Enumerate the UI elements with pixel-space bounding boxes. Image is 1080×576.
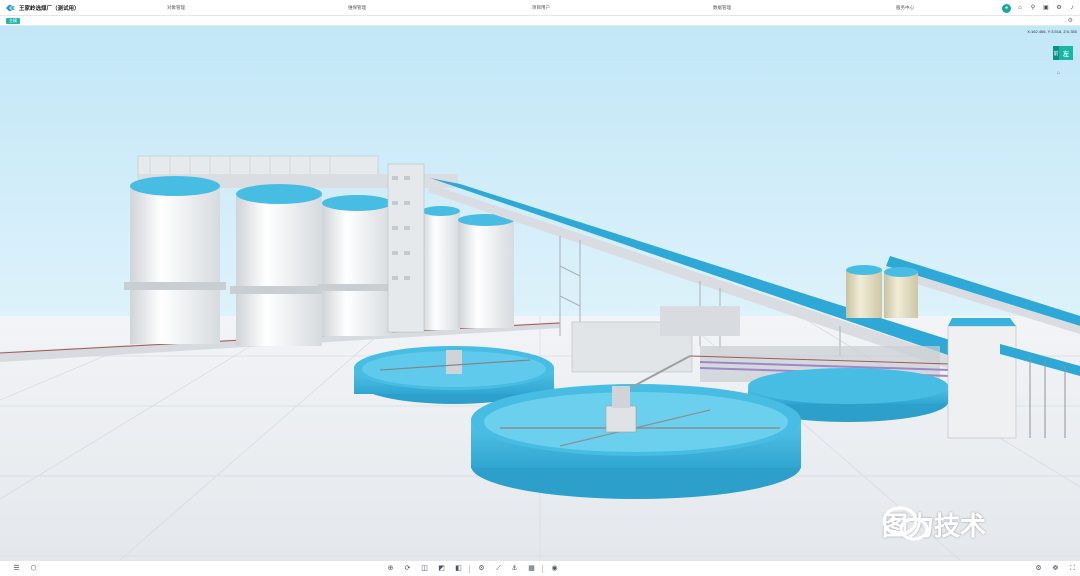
top-icon-group: ● ⌂ ⚲ ▣ ⚙ ♪ — [1002, 0, 1076, 16]
scene-render — [0, 26, 1080, 560]
settings-view-icon[interactable]: ⚙ — [477, 564, 486, 573]
coordinate-readout: X:162.466, Y:3.518, Z:0.350 — [1027, 29, 1077, 34]
nav-objects[interactable]: 对象管理 — [167, 0, 185, 16]
nav-project-users[interactable]: 项目用户 — [532, 0, 550, 16]
app-brand[interactable]: 王家岭选煤厂（测试用） — [0, 4, 150, 12]
view-cube-front[interactable]: 左 — [1059, 46, 1073, 60]
nav-service-center[interactable]: 服务中心 — [896, 0, 914, 16]
settings-icon[interactable]: ⚙ — [1068, 17, 1073, 24]
watermark: 图力技术 — [882, 506, 986, 543]
sub-toolbar: 主模 ⚙ — [0, 16, 1080, 26]
orbit-icon[interactable]: ⟳ — [403, 564, 412, 573]
section-icon[interactable]: ◩ — [437, 564, 446, 573]
top-navigation-bar: 王家岭选煤厂（测试用） 对象管理 维保管理 项目用户 数据管理 服务中心 ● ⌂… — [0, 0, 1080, 16]
home-view-icon[interactable]: ⊕ — [386, 564, 395, 573]
bottom-toolbar: ☰ ⬡ ⊕ ⟳ ◫ ◩ ◧ ⚙ ⟋ ⚓ ▦ ◉ ⚙ ☸ ⛶ — [0, 560, 1080, 576]
box-icon[interactable]: ◫ — [420, 564, 429, 573]
menu-icon[interactable]: ☰ — [12, 564, 21, 573]
gear-icon[interactable]: ⚙ — [1055, 4, 1063, 12]
3d-viewport[interactable]: X:162.466, Y:3.518, Z:0.350 前 左 ⌂ 图力技术 — [0, 26, 1080, 560]
fullscreen-icon[interactable]: ⛶ — [1068, 564, 1077, 573]
setting-icon[interactable]: ⚙ — [1034, 564, 1043, 573]
nav-maintenance[interactable]: 维保管理 — [348, 0, 366, 16]
marker-icon[interactable]: ⚓ — [510, 564, 519, 573]
bell-icon[interactable]: ♪ — [1068, 4, 1076, 12]
roam-icon[interactable]: ◉ — [550, 564, 559, 573]
app-title: 王家岭选煤厂（测试用） — [19, 5, 80, 12]
wechat-logo-icon — [882, 506, 929, 541]
model-tag[interactable]: 主模 — [6, 18, 20, 24]
layers-icon[interactable]: ▣ — [1042, 4, 1050, 12]
cube-view-icon[interactable]: ◧ — [454, 564, 463, 573]
view-cube[interactable]: 前 左 — [1053, 46, 1073, 60]
annotate-icon[interactable]: ▦ — [527, 564, 536, 573]
walk-icon[interactable]: ☸ — [1051, 564, 1060, 573]
brand-logo-icon — [6, 4, 15, 11]
view-cube-home-icon[interactable]: ⌂ — [1057, 70, 1060, 76]
measure-icon[interactable]: ⟋ — [494, 564, 503, 573]
user-avatar-icon[interactable]: ● — [1002, 3, 1011, 13]
search-icon[interactable]: ⚲ — [1029, 4, 1037, 12]
nav-data[interactable]: 数据管理 — [713, 0, 731, 16]
model-tree-icon[interactable]: ⬡ — [29, 564, 38, 573]
home-icon[interactable]: ⌂ — [1016, 4, 1024, 12]
